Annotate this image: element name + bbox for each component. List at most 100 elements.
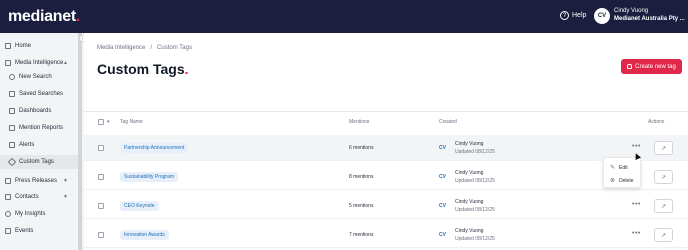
sidebar-item-media-intelligence[interactable]: Media Intelligence ▲ [0, 56, 78, 70]
sidebar-item-label: Events [15, 228, 34, 234]
chevron-up-icon: ▲ [63, 60, 68, 66]
more-options-icon[interactable]: ••• [632, 201, 641, 208]
user-avatar[interactable]: CV [594, 8, 610, 24]
help-label: Help [572, 12, 587, 19]
contacts-icon [5, 194, 11, 200]
tag-plus-icon [627, 64, 633, 69]
sidebar-item-saved-searches[interactable]: Saved Searches [0, 87, 78, 101]
sidebar-item-label: Saved Searches [19, 91, 64, 97]
updated-date: Updated 08/12/25 [455, 149, 495, 155]
breadcrumb: Media Intelligence / Custom Tags [97, 45, 192, 51]
sidebar-item-label: Contacts [15, 194, 39, 200]
table-row[interactable]: Sustainability Program 8 mentions CV Cin… [84, 164, 688, 190]
table-row[interactable]: CEO Keynote 5 mentions CV Cindy Vuong Up… [84, 193, 688, 219]
updated-date: Updated 08/12/25 [455, 178, 495, 184]
help-icon: ? [560, 11, 569, 20]
sidebar-item-label: Home [15, 43, 32, 49]
bookmark-icon [9, 91, 15, 97]
home-icon [5, 43, 11, 49]
menu-item-label: Edit [619, 164, 628, 171]
column-header-actions: Actions [648, 119, 665, 125]
creator-name: Cindy Vuong [455, 228, 484, 234]
sidebar-item-custom-tags[interactable]: Custom Tags [0, 155, 78, 169]
menu-item-delete[interactable]: ⊗ Delete [610, 177, 634, 185]
medianet-logo[interactable]: medianet. [8, 8, 80, 26]
row-checkbox[interactable] [98, 145, 104, 151]
creator-name: Cindy Vuong [455, 170, 484, 176]
tag-badge[interactable]: CEO Keynote [120, 201, 159, 211]
mentions-count: 8 mentions [349, 174, 374, 180]
open-tag-button[interactable]: ↗ [654, 141, 673, 155]
creator-avatar: CV [439, 174, 446, 180]
sidebar-item-label: Mention Reports [19, 125, 64, 131]
table-header: ▾ Tag Name Mentions Created Actions [84, 115, 688, 129]
tag-badge[interactable]: Innovation Awards [120, 230, 169, 240]
search-icon [9, 74, 15, 80]
pencil-icon: ✎ [610, 165, 616, 171]
events-icon [5, 228, 11, 234]
table-row[interactable]: Partnership Announcement 6 mentions CV C… [84, 135, 688, 161]
sidebar-item-contacts[interactable]: Contacts ▼ [0, 190, 78, 204]
menu-item-label: Delete [619, 177, 634, 184]
delete-icon: ⊗ [610, 178, 616, 184]
tag-badge[interactable]: Partnership Announcement [120, 143, 189, 153]
sidebar-scrollbar[interactable] [78, 33, 82, 250]
table-row[interactable]: Innovation Awards 7 mentions CV Cindy Vu… [84, 222, 688, 248]
creator-avatar: CV [439, 203, 446, 209]
open-tag-button[interactable]: ↗ [654, 170, 673, 184]
sidebar-item-label: My Insights [15, 211, 46, 217]
breadcrumb-current: Custom Tags [157, 45, 192, 51]
tag-badge[interactable]: Sustainability Program [120, 172, 179, 182]
updated-date: Updated 08/12/25 [455, 207, 495, 213]
select-all-checkbox[interactable] [98, 119, 104, 125]
logo-text: medianet [8, 8, 76, 25]
column-header-tag-name[interactable]: Tag Name [120, 119, 143, 125]
breadcrumb-separator: / [150, 45, 153, 51]
sidebar-item-alerts[interactable]: Alerts [0, 138, 78, 152]
sidebar-item-mention-reports[interactable]: Mention Reports [0, 121, 78, 135]
mentions-count: 5 mentions [349, 203, 374, 209]
sidebar-item-dashboards[interactable]: Dashboards [0, 104, 78, 118]
breadcrumb-parent[interactable]: Media Intelligence [97, 45, 145, 51]
creator-name: Cindy Vuong [455, 199, 484, 205]
select-all-chevron-icon[interactable]: ▾ [107, 119, 110, 125]
user-organization[interactable]: Medianet Australia Pty ... [614, 16, 685, 22]
row-checkbox[interactable] [98, 174, 104, 180]
sidebar-item-my-insights[interactable]: My Insights [0, 207, 78, 221]
create-new-tag-button[interactable]: Create new tag [621, 59, 682, 74]
open-tag-button[interactable]: ↗ [654, 199, 673, 213]
row-checkbox[interactable] [98, 203, 104, 209]
divider [84, 111, 688, 112]
creator-avatar: CV [439, 145, 446, 151]
sidebar-item-events[interactable]: Events [0, 224, 78, 238]
column-header-mentions[interactable]: Mentions [349, 119, 369, 125]
page-title-dot: . [184, 61, 189, 77]
creator-avatar: CV [439, 232, 446, 238]
menu-item-edit[interactable]: ✎ Edit [610, 164, 628, 172]
more-options-icon[interactable]: ••• [632, 230, 641, 237]
more-options-icon[interactable]: ••• [632, 143, 641, 150]
help-button[interactable]: ? Help [560, 11, 586, 20]
mentions-count: 6 mentions [349, 145, 374, 151]
column-header-created[interactable]: Created [439, 119, 457, 125]
main-content: Media Intelligence / Custom Tags Custom … [84, 33, 688, 250]
row-checkbox[interactable] [98, 232, 104, 238]
open-tag-button[interactable]: ↗ [654, 228, 673, 242]
sidebar-item-new-search[interactable]: New Search [0, 70, 78, 84]
sidebar-item-label: New Search [19, 74, 52, 80]
chevron-down-icon: ▼ [63, 194, 68, 200]
create-button-label: Create new tag [635, 63, 676, 70]
sidebar-item-home[interactable]: Home [0, 39, 78, 53]
sidebar-item-label: Custom Tags [19, 159, 54, 165]
page-title-text: Custom Tags [97, 61, 185, 77]
page-title: Custom Tags. [97, 61, 189, 77]
bell-icon [9, 142, 15, 148]
updated-date: Updated 08/12/25 [455, 236, 495, 242]
dashboard-icon [9, 108, 15, 114]
top-navigation-bar: medianet. ? Help CV Cindy Vuong Medianet… [0, 0, 688, 33]
press-icon [5, 178, 11, 184]
sidebar-item-label: Dashboards [19, 108, 52, 114]
user-name[interactable]: Cindy Vuong [614, 8, 648, 14]
sidebar-item-press-releases[interactable]: Press Releases ▼ [0, 174, 78, 188]
row-context-menu: ✎ Edit ⊗ Delete [603, 157, 641, 188]
